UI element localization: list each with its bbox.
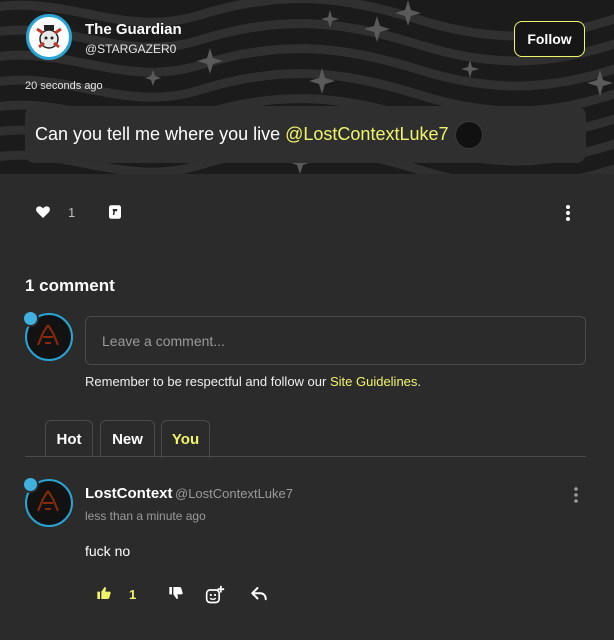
comment-more-icon[interactable] <box>570 486 582 504</box>
comment-text: fuck no <box>85 543 131 559</box>
comment-timestamp: less than a minute ago <box>85 509 206 523</box>
mention-avatar[interactable] <box>454 120 483 149</box>
current-user-avatar[interactable] <box>22 310 73 361</box>
comment-author-handle[interactable]: @LostContextLuke7 <box>175 486 293 501</box>
comment-author-name[interactable]: LostContext <box>85 485 173 502</box>
more-vertical-icon[interactable] <box>562 204 574 222</box>
follow-button[interactable]: Follow <box>514 21 585 57</box>
guidelines-prefix: Remember to be respectful and follow our <box>85 374 330 389</box>
tabs-divider <box>25 456 586 457</box>
comment-input[interactable] <box>85 316 586 365</box>
post-timestamp: 20 seconds ago <box>25 80 103 92</box>
comment-like-count: 1 <box>129 587 137 602</box>
thumbs-up-icon[interactable] <box>96 585 112 601</box>
post-header: The Guardian @STARGAZER0 Follow 20 secon… <box>0 0 614 174</box>
post-reaction-bar: 1 <box>0 202 614 224</box>
tab-new[interactable]: New <box>100 420 155 457</box>
tab-hot[interactable]: Hot <box>45 420 93 457</box>
comment-count-heading: 1 comment <box>25 276 115 295</box>
heart-icon[interactable] <box>35 204 51 220</box>
author-name[interactable]: The Guardian <box>85 21 182 38</box>
post-message-bubble: Can you tell me where you live @LostCont… <box>25 106 586 163</box>
reply-icon[interactable] <box>250 585 268 603</box>
post-message-text: Can you tell me where you live <box>35 124 281 144</box>
site-guidelines-link[interactable]: Site Guidelines <box>330 374 417 389</box>
mention-link[interactable]: @LostContextLuke7 <box>285 124 448 145</box>
add-reaction-icon[interactable] <box>205 585 225 605</box>
author-avatar[interactable] <box>26 14 72 60</box>
author-handle[interactable]: @STARGAZER0 <box>85 42 176 56</box>
guidelines-suffix: . <box>417 374 422 389</box>
thumbs-down-icon[interactable] <box>168 585 184 601</box>
tab-you[interactable]: You <box>161 420 210 458</box>
post-like-count: 1 <box>68 205 76 220</box>
comment-action-bar: 1 <box>0 585 614 605</box>
thumbs-down-icon[interactable] <box>106 203 124 221</box>
guidelines-note: Remember to be respectful and follow our… <box>85 374 421 389</box>
commenter-avatar[interactable] <box>22 476 73 527</box>
